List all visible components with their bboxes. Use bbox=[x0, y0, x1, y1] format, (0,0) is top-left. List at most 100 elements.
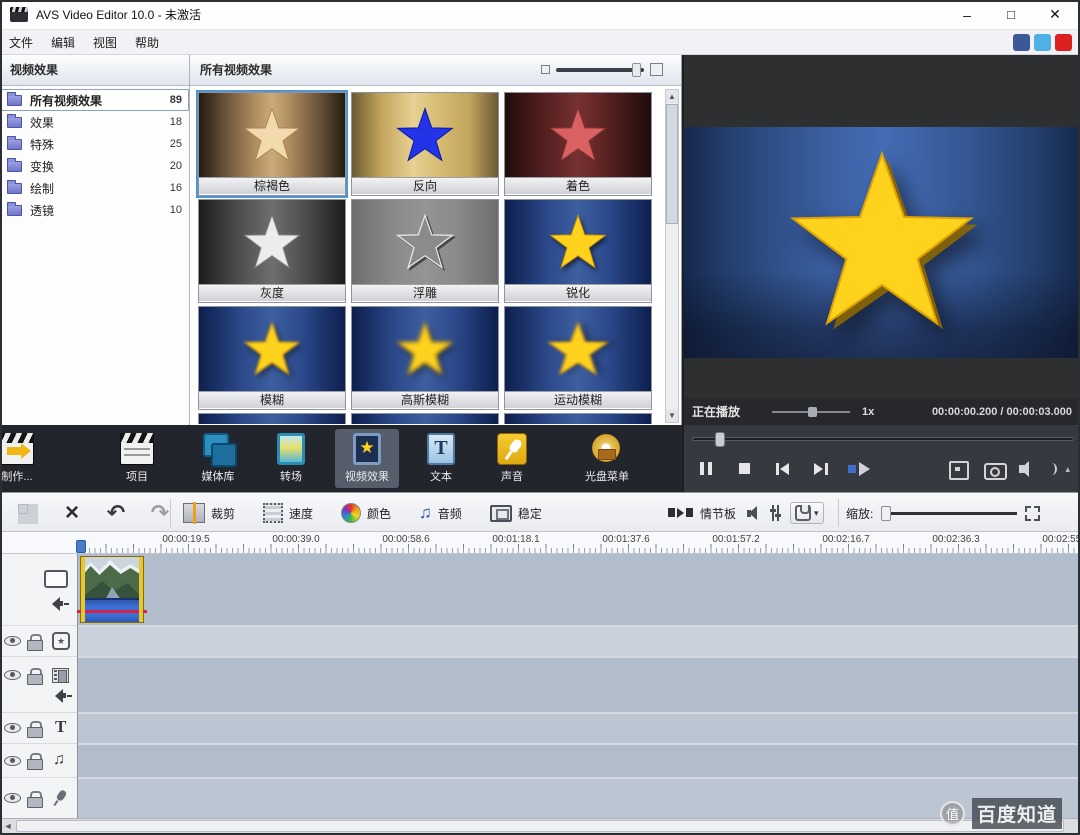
text-track[interactable] bbox=[78, 712, 1080, 743]
eye-icon[interactable] bbox=[4, 669, 21, 681]
timeline-ruler[interactable]: 00:00:19.500:00:39.000:00:58.600:01:18.1… bbox=[0, 532, 1080, 554]
effect-name: 反向 bbox=[352, 177, 498, 194]
category-item[interactable]: 所有视频效果 89 bbox=[0, 89, 189, 111]
main-toolbar-button[interactable]: 视频效果 bbox=[335, 429, 399, 488]
seek-slider[interactable] bbox=[692, 437, 1074, 441]
small-thumbnail-icon[interactable] bbox=[541, 65, 550, 74]
stop-icon[interactable] bbox=[734, 459, 756, 479]
zoom-slider[interactable] bbox=[881, 512, 1017, 515]
lock-icon[interactable] bbox=[27, 791, 41, 806]
effect-card-partial[interactable] bbox=[198, 413, 346, 424]
main-toolbar-button[interactable]: 文本 bbox=[409, 429, 473, 488]
edit-tool-button[interactable]: 音频 bbox=[419, 503, 462, 523]
menu-item[interactable]: 编辑 bbox=[42, 30, 84, 54]
category-item[interactable]: 特殊 25 bbox=[0, 133, 189, 155]
effect-card[interactable]: 灰度 bbox=[198, 199, 346, 303]
menu-item[interactable]: 文件 bbox=[0, 30, 42, 54]
pause-icon[interactable] bbox=[696, 459, 718, 479]
category-item[interactable]: 透镜 10 bbox=[0, 199, 189, 221]
category-item[interactable]: 效果 18 bbox=[0, 111, 189, 133]
scroll-left-icon[interactable]: ◄ bbox=[2, 821, 14, 832]
timeline-hscrollbar[interactable]: ◄ bbox=[0, 818, 1080, 833]
seek-handle[interactable] bbox=[715, 432, 725, 447]
delete-icon[interactable] bbox=[60, 501, 84, 525]
effect-card-partial[interactable] bbox=[504, 413, 652, 424]
thumbnail-size-handle[interactable] bbox=[632, 63, 641, 77]
eye-icon[interactable] bbox=[4, 635, 21, 647]
play-icon[interactable] bbox=[848, 459, 870, 479]
eye-icon[interactable] bbox=[4, 792, 21, 804]
main-toolbar-button[interactable]: 声音 bbox=[476, 429, 548, 488]
menu-item[interactable]: 帮助 bbox=[126, 30, 168, 54]
category-item[interactable]: 绘制 16 bbox=[0, 177, 189, 199]
next-frame-icon[interactable] bbox=[810, 459, 832, 479]
undo-icon[interactable] bbox=[104, 501, 128, 525]
effect-card[interactable]: 模糊 bbox=[198, 306, 346, 410]
volume-icon[interactable] bbox=[1019, 459, 1041, 479]
storyboard-grid-icon[interactable] bbox=[16, 501, 40, 525]
thumbnail-size-slider[interactable] bbox=[556, 68, 644, 72]
main-video-track[interactable] bbox=[78, 554, 1080, 625]
volume-caret-icon[interactable]: ▴ bbox=[1065, 464, 1070, 475]
edit-tool-button[interactable]: 颜色 bbox=[341, 503, 391, 523]
folder-icon bbox=[7, 95, 22, 106]
storyboard-button[interactable]: 情节板 bbox=[668, 505, 736, 522]
effect-card[interactable]: 运动模糊 bbox=[504, 306, 652, 410]
scrollbar-thumb[interactable] bbox=[666, 104, 678, 224]
main-toolbar-button[interactable]: 制作... bbox=[0, 429, 34, 488]
youtube-icon[interactable] bbox=[1055, 34, 1072, 51]
ruler-time-label: 00:00:58.6 bbox=[382, 534, 429, 545]
scroll-up-icon[interactable]: ▲ bbox=[666, 90, 678, 103]
effect-card[interactable]: 浮雕 bbox=[351, 199, 499, 303]
video-overlay-track[interactable] bbox=[78, 656, 1080, 712]
effect-card-partial[interactable] bbox=[351, 413, 499, 424]
audio-track[interactable] bbox=[78, 743, 1080, 777]
audio-mixer-icon[interactable] bbox=[746, 502, 768, 524]
eye-icon[interactable] bbox=[4, 722, 21, 734]
speed-slider-handle[interactable] bbox=[808, 407, 817, 417]
lock-icon[interactable] bbox=[27, 721, 41, 736]
category-item[interactable]: 变换 20 bbox=[0, 155, 189, 177]
redo-icon[interactable] bbox=[148, 501, 172, 525]
main-toolbar-button[interactable]: 媒体库 bbox=[186, 429, 250, 488]
voice-track[interactable] bbox=[78, 777, 1080, 818]
lock-icon[interactable] bbox=[27, 668, 41, 683]
edit-tool-button[interactable]: 速度 bbox=[263, 503, 313, 523]
large-thumbnail-icon[interactable] bbox=[650, 63, 663, 76]
playhead-marker[interactable] bbox=[76, 540, 86, 553]
effect-card[interactable]: 锐化 bbox=[504, 199, 652, 303]
lock-icon[interactable] bbox=[27, 634, 41, 649]
effect-card[interactable]: 高斯模糊 bbox=[351, 306, 499, 410]
minimize-icon[interactable]: – bbox=[958, 6, 976, 24]
preview-star-image bbox=[778, 133, 986, 341]
facebook-icon[interactable] bbox=[1013, 34, 1030, 51]
playback-speed-slider[interactable] bbox=[772, 411, 850, 413]
close-icon[interactable]: ✕ bbox=[1046, 6, 1064, 24]
effects-scrollbar[interactable]: ▲ ▼ bbox=[665, 89, 679, 423]
lock-icon[interactable] bbox=[27, 753, 41, 768]
snapshot-icon[interactable] bbox=[983, 459, 1005, 479]
scene-dropdown[interactable]: ▾ bbox=[790, 502, 824, 524]
effect-card[interactable]: 着色 bbox=[504, 92, 652, 196]
main-toolbar-button[interactable]: 项目 bbox=[105, 429, 169, 488]
fit-timeline-icon[interactable] bbox=[1025, 506, 1040, 521]
star-preview-icon bbox=[240, 102, 304, 166]
maximize-icon[interactable]: □ bbox=[1002, 6, 1020, 24]
main-toolbar-button[interactable]: 转场 bbox=[257, 429, 325, 488]
main-toolbar-button[interactable]: 光盘菜单 bbox=[575, 429, 639, 488]
video-effect-track[interactable] bbox=[78, 625, 1080, 656]
effect-card[interactable]: 反向 bbox=[351, 92, 499, 196]
menu-item[interactable]: 视图 bbox=[84, 30, 126, 54]
hscrollbar-thumb[interactable] bbox=[16, 820, 1064, 832]
track-lanes[interactable] bbox=[78, 554, 1080, 818]
twitter-icon[interactable] bbox=[1034, 34, 1051, 51]
scroll-down-icon[interactable]: ▼ bbox=[666, 409, 678, 422]
fullscreen-icon[interactable] bbox=[947, 459, 969, 479]
zoom-slider-handle[interactable] bbox=[881, 506, 891, 521]
edit-tool-button[interactable]: 裁剪 bbox=[183, 503, 235, 523]
effect-card[interactable]: 棕褐色 bbox=[198, 92, 346, 196]
previous-frame-icon[interactable] bbox=[772, 459, 794, 479]
eye-icon[interactable] bbox=[4, 755, 21, 767]
video-clip[interactable] bbox=[80, 556, 144, 623]
edit-tool-button[interactable]: 稳定 bbox=[490, 505, 542, 522]
